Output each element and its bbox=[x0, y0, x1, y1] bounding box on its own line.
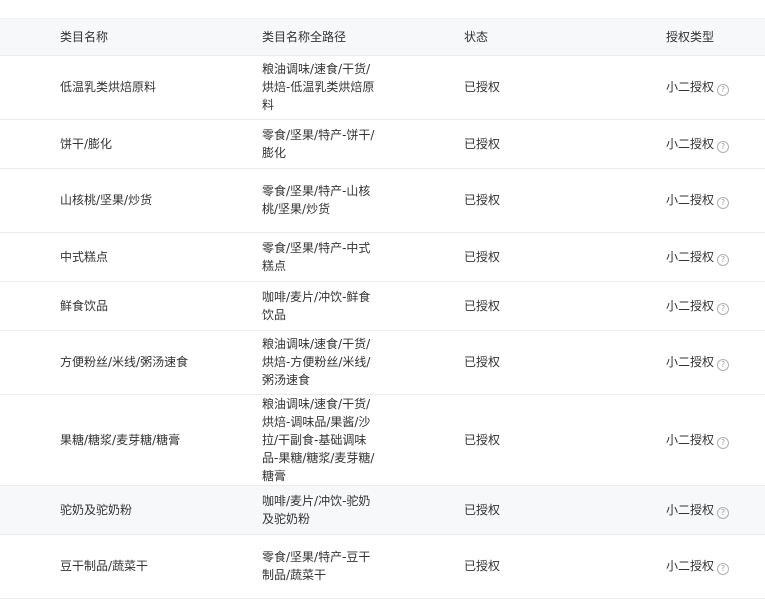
header-status: 状态 bbox=[404, 19, 606, 56]
category-name-cell: 驼奶及驼奶粉 bbox=[60, 502, 133, 517]
question-circle-icon[interactable]: ? bbox=[717, 563, 730, 575]
question-circle-icon[interactable]: ? bbox=[717, 506, 730, 519]
category-path-cell: 粮油调味/速食/干货/烘焙-低温乳类烘焙原料 bbox=[262, 62, 375, 112]
table-body: 低温乳类烘焙原料 粮油调味/速食/干货/烘焙-低温乳类烘焙原料 已授权 小二授权… bbox=[0, 55, 765, 598]
top-strip bbox=[0, 0, 765, 19]
auth-type-label: 小二授权 bbox=[666, 249, 715, 264]
table-row: 中式糕点 零食/坚果/特产-中式糕点 已授权 小二授权? bbox=[0, 232, 765, 281]
status-cell: 已授权 bbox=[464, 502, 501, 517]
header-auth-type: 授权类型 bbox=[606, 19, 765, 56]
table-row: 鲜食饮品 咖啡/麦片/冲饮-鲜食饮品 已授权 小二授权? bbox=[0, 281, 765, 330]
category-auth-table: 类目名称 类目名称全路径 状态 授权类型 低温乳类烘焙原料 粮油调味/速食/干货… bbox=[0, 19, 765, 599]
header-full-path: 类目名称全路径 bbox=[202, 19, 404, 56]
status-cell: 已授权 bbox=[464, 559, 501, 573]
auth-type-label: 小二授权 bbox=[666, 432, 715, 447]
status-cell: 已授权 bbox=[464, 193, 501, 207]
question-circle-icon[interactable]: ? bbox=[717, 436, 730, 449]
auth-type-label: 小二授权 bbox=[666, 355, 715, 369]
status-cell: 已授权 bbox=[464, 249, 501, 264]
header-category-name: 类目名称 bbox=[0, 19, 202, 56]
table-row: 果糖/糖浆/麦芽糖/糖膏 粮油调味/速食/干货/烘焙-调味品/果酱/沙拉/干副食… bbox=[0, 394, 765, 485]
category-path-cell: 咖啡/麦片/冲饮-驼奶及驼奶粉 bbox=[262, 493, 371, 526]
category-name-cell: 果糖/糖浆/麦芽糖/糖膏 bbox=[60, 432, 181, 447]
auth-type-label: 小二授权 bbox=[666, 559, 715, 573]
table-header: 类目名称 类目名称全路径 状态 授权类型 bbox=[0, 19, 765, 56]
table-row: 方便粉丝/米线/粥汤速食 粮油调味/速食/干货/烘焙-方便粉丝/米线/粥汤速食 … bbox=[0, 330, 765, 394]
auth-type-cell: 小二授权? bbox=[606, 394, 765, 485]
status-cell: 已授权 bbox=[464, 432, 501, 447]
category-name-cell: 方便粉丝/米线/粥汤速食 bbox=[60, 355, 189, 369]
table-row: 饼干/膨化 零食/坚果/特产-饼干/膨化 已授权 小二授权? bbox=[0, 119, 765, 168]
table-row: 低温乳类烘焙原料 粮油调味/速食/干货/烘焙-低温乳类烘焙原料 已授权 小二授权… bbox=[0, 55, 765, 119]
status-cell: 已授权 bbox=[464, 298, 501, 313]
category-name-cell: 低温乳类烘焙原料 bbox=[60, 80, 157, 94]
question-circle-icon[interactable]: ? bbox=[717, 197, 730, 209]
status-cell: 已授权 bbox=[464, 80, 501, 94]
auth-type-cell: 小二授权? bbox=[606, 232, 765, 281]
table-row: 山核桃/坚果/炒货 零食/坚果/特产-山核桃/坚果/炒货 已授权 小二授权? bbox=[0, 168, 765, 232]
question-circle-icon[interactable]: ? bbox=[717, 253, 730, 266]
auth-type-label: 小二授权 bbox=[666, 193, 715, 207]
auth-type-label: 小二授权 bbox=[666, 80, 715, 94]
category-name-cell: 中式糕点 bbox=[60, 249, 109, 264]
category-path-cell: 粮油调味/速食/干货/烘焙-调味品/果酱/沙拉/干副食-基础调味品-果糖/糖浆/… bbox=[262, 396, 375, 483]
category-path-cell: 零食/坚果/特产-中式糕点 bbox=[262, 240, 371, 273]
category-name-cell: 鲜食饮品 bbox=[60, 298, 109, 313]
category-path-cell: 零食/坚果/特产-豆干制品/蔬菜干 bbox=[262, 550, 371, 582]
question-circle-icon[interactable]: ? bbox=[717, 302, 730, 315]
status-cell: 已授权 bbox=[464, 136, 501, 151]
auth-type-label: 小二授权 bbox=[666, 136, 715, 151]
category-name-cell: 饼干/膨化 bbox=[60, 136, 113, 151]
category-name-cell: 山核桃/坚果/炒货 bbox=[60, 193, 153, 207]
category-path-cell: 粮油调味/速食/干货/烘焙-方便粉丝/米线/粥汤速食 bbox=[262, 337, 371, 387]
category-path-cell: 零食/坚果/特产-饼干/膨化 bbox=[262, 127, 375, 160]
auth-type-cell: 小二授权? bbox=[606, 534, 765, 598]
category-name-cell: 豆干制品/蔬菜干 bbox=[60, 559, 149, 573]
auth-type-label: 小二授权 bbox=[666, 502, 715, 517]
question-circle-icon[interactable]: ? bbox=[717, 359, 730, 371]
auth-type-cell: 小二授权? bbox=[606, 281, 765, 330]
status-cell: 已授权 bbox=[464, 355, 501, 369]
question-circle-icon[interactable]: ? bbox=[717, 140, 730, 153]
auth-type-cell: 小二授权? bbox=[606, 485, 765, 534]
table-row: 驼奶及驼奶粉 咖啡/麦片/冲饮-驼奶及驼奶粉 已授权 小二授权? bbox=[0, 485, 765, 534]
category-path-cell: 咖啡/麦片/冲饮-鲜食饮品 bbox=[262, 289, 371, 322]
auth-type-cell: 小二授权? bbox=[606, 330, 765, 394]
auth-type-cell: 小二授权? bbox=[606, 119, 765, 168]
table-header-row: 类目名称 类目名称全路径 状态 授权类型 bbox=[0, 19, 765, 56]
question-circle-icon[interactable]: ? bbox=[717, 84, 730, 96]
table-row: 豆干制品/蔬菜干 零食/坚果/特产-豆干制品/蔬菜干 已授权 小二授权? bbox=[0, 534, 765, 598]
category-path-cell: 零食/坚果/特产-山核桃/坚果/炒货 bbox=[262, 184, 371, 216]
auth-type-label: 小二授权 bbox=[666, 298, 715, 313]
auth-type-cell: 小二授权? bbox=[606, 55, 765, 119]
auth-type-cell: 小二授权? bbox=[606, 168, 765, 232]
